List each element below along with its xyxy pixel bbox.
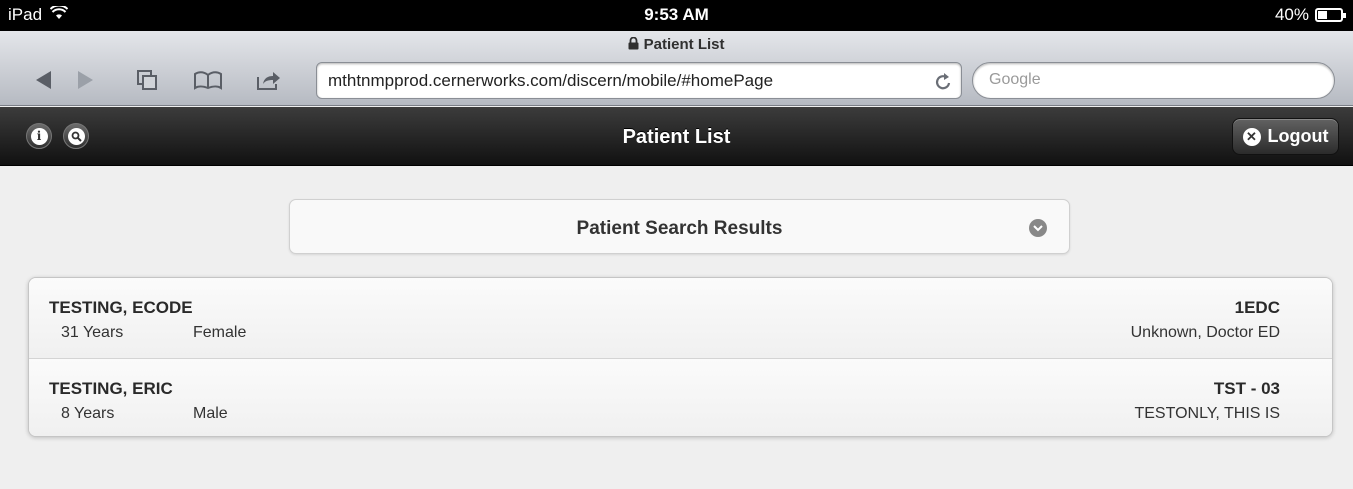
- patient-age: 8 Years: [61, 405, 115, 422]
- patient-location: 1EDC: [1234, 298, 1280, 317]
- share-icon: [257, 72, 280, 90]
- patient-name: TESTING, ERIC: [49, 379, 173, 398]
- lock-icon: [628, 36, 639, 53]
- app-title: Patient List: [622, 126, 731, 148]
- patient-sex: Male: [193, 405, 228, 422]
- url-text: mthtnmpprod.cernerworks.com/discern/mobi…: [328, 71, 774, 90]
- status-time: 9:53 AM: [644, 5, 709, 24]
- patient-provider: Unknown, Doctor ED: [1130, 324, 1280, 341]
- patient-provider: TESTONLY, THIS IS: [1134, 405, 1280, 422]
- patient-row[interactable]: TESTING, ECODE 31 Years Female 1EDC Unkn…: [29, 278, 1332, 358]
- browser-toolbar: Patient List mthtnmpprod.cernerworks.com…: [0, 31, 1353, 106]
- logout-button[interactable]: ✕ Logout: [1232, 118, 1339, 155]
- forward-icon: [78, 71, 93, 89]
- url-field[interactable]: mthtnmpprod.cernerworks.com/discern/mobi…: [316, 62, 962, 99]
- bookmarks-icon: [194, 71, 222, 90]
- patient-list: TESTING, ECODE 31 Years Female 1EDC Unkn…: [28, 277, 1333, 437]
- battery-icon: [1315, 8, 1346, 22]
- patient-name: TESTING, ECODE: [49, 298, 193, 317]
- patient-age: 31 Years: [61, 324, 124, 341]
- pages-icon: [137, 70, 157, 90]
- share-button[interactable]: [248, 62, 290, 98]
- search-results-toggle[interactable]: Patient Search Results: [289, 199, 1070, 254]
- status-bar: iPad 9:53 AM 40%: [0, 0, 1353, 31]
- search-field[interactable]: [972, 62, 1335, 99]
- pages-button[interactable]: [126, 62, 168, 98]
- search-results-label: Patient Search Results: [576, 218, 783, 239]
- browser-page-title: Patient List: [0, 36, 1353, 53]
- bookmarks-button[interactable]: [187, 62, 229, 98]
- back-icon: [36, 71, 51, 89]
- forward-button[interactable]: [65, 62, 107, 98]
- patient-location: TST - 03: [1213, 379, 1280, 398]
- patient-row[interactable]: TESTING, ERIC 8 Years Male TST - 03 TEST…: [29, 358, 1332, 436]
- app-header: i Patient List ✕ Logout: [0, 107, 1353, 166]
- search-input[interactable]: [989, 71, 1319, 89]
- logout-label: Logout: [1267, 126, 1329, 146]
- battery-percent: 40%: [1274, 5, 1309, 24]
- back-button[interactable]: [22, 62, 64, 98]
- close-icon: ✕: [1242, 127, 1261, 146]
- reload-icon[interactable]: [935, 71, 953, 96]
- patient-sex: Female: [193, 324, 247, 341]
- chevron-down-icon: [1029, 219, 1047, 237]
